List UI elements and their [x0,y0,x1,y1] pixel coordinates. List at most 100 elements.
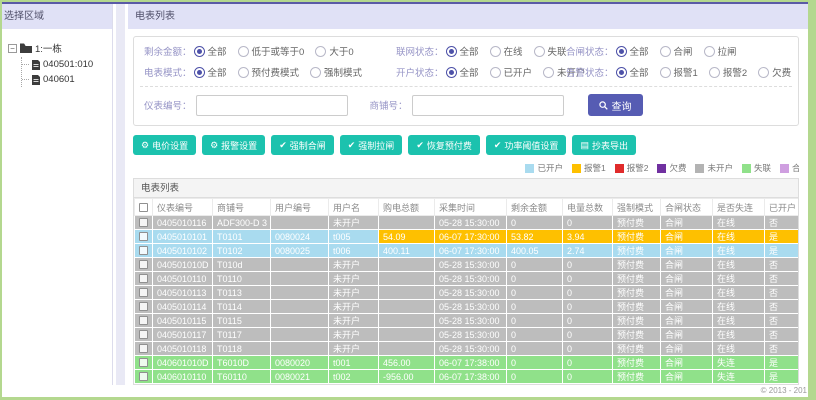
radio-option[interactable]: 欠费 [758,65,791,79]
doc-icon: ▤ [580,139,589,150]
radio-option[interactable]: 全部 [445,65,479,79]
radio-option[interactable]: 拉闸 [703,44,737,58]
radio-option[interactable]: 全部 [445,44,479,58]
table-row[interactable]: 0406010113T601130080022t0031200.0006-07 … [134,383,798,384]
tree-node-leaf[interactable]: 040601 [22,72,108,87]
table-cell: 0080021 [270,369,329,384]
radio-option[interactable]: 全部 [615,65,649,79]
meter-table: 仪表编号 商铺号 用户编号 用户名 购电总额 采集时间 剩余金额 电量总数 强制模式 合闸状态 是否… [134,198,798,384]
table-row[interactable]: 0406010110 T60110 0080021 t002 -956.00 06-07 … [134,369,798,384]
table-cell: 是 [764,369,798,384]
table-cell: 54.09 [378,229,435,244]
radio-icon[interactable] [237,66,249,78]
row-checkbox[interactable] [139,302,148,311]
row-checkbox[interactable] [139,246,148,255]
radio-option[interactable]: 报警2 [708,65,747,79]
radio-option[interactable]: 低于或等于0 [237,44,304,58]
radio-icon[interactable] [315,45,327,57]
radio-icon[interactable] [193,66,205,78]
filter-group: 剩余金额： 全部 低于或等于0 大于0 [144,43,396,59]
table-cell: 合闸 [660,215,713,230]
table-row[interactable]: 040601010D T6010D 0080020 t001 456.00 06-07 1… [134,355,798,370]
table-row[interactable]: 0405010117 T0117 未开户 05-28 15:30:00 0 0 预付费 合闸在… [134,327,798,342]
row-checkbox[interactable] [139,288,148,297]
table-cell: 预付费 [612,243,661,258]
tree-node-leaf[interactable]: 040501:010 [22,57,108,72]
row-checkbox[interactable] [139,358,148,367]
row-checkbox[interactable] [139,316,148,325]
radio-option[interactable]: 在线 [489,44,523,58]
collapse-icon[interactable]: − [8,43,17,53]
table-row[interactable]: 040501010D T010d 未开户 05-28 15:30:00 0 0 预付费 合闸在… [134,257,798,272]
radio-icon[interactable] [543,66,555,78]
row-checkbox[interactable] [139,274,148,283]
price-settings-button[interactable]: ⚙ 电价设置 [133,135,197,155]
query-button[interactable]: 查询 [587,94,643,116]
tree-node-root[interactable]: − 1:一栋 [8,41,108,55]
radio-option[interactable]: 全部 [615,44,649,58]
legend-swatch-icon [657,163,667,173]
radio-icon[interactable] [659,66,671,78]
radio-icon[interactable] [310,66,322,78]
legend-wrap: 已开户 报警1 报警2 欠费 未开户 失联 合闸 [133,160,799,175]
force-open-button[interactable]: ✔ 强制拉闸 [339,135,403,155]
table-row[interactable]: 0405010113 T0113 未开户 05-28 15:30:00 0 0 预付费 合闸在… [134,285,798,300]
table-row[interactable]: 0405010114 T0114 未开户 05-28 15:30:00 0 0 预付费 合闸在… [134,299,798,314]
radio-option[interactable]: 预付费模式 [237,65,299,79]
radio-option[interactable]: 合闸 [659,44,693,58]
folder-icon [20,43,32,53]
alarm-settings-button[interactable]: ⚙ 报警设置 [202,135,266,155]
radio-icon[interactable] [758,66,770,78]
radio-icon[interactable] [708,66,720,78]
restore-prepaid-button[interactable]: ✔ 恢复预付费 [408,135,480,155]
row-checkbox[interactable] [139,330,148,339]
meter-number-input[interactable] [195,94,348,116]
radio-option[interactable]: 全部 [193,65,227,79]
radio-option[interactable]: 强制模式 [310,65,362,79]
radio-label: 报警1 [673,68,698,79]
row-checkbox[interactable] [139,218,148,227]
table-cell: t001 [328,355,379,370]
radio-icon[interactable] [489,66,501,78]
panel-splitter[interactable] [113,4,128,385]
table-row[interactable]: 0405010101 T0101 0080024 t005 54.09 06-07 17:… [134,229,798,244]
table-cell: 未开户 [328,341,379,356]
power-threshold-button[interactable]: ✔ 功率阈值设置 [485,135,567,155]
row-checkbox[interactable] [139,260,148,269]
radio-icon[interactable] [703,45,715,57]
radio-icon[interactable] [445,45,457,57]
radio-icon[interactable] [615,45,627,57]
splitter-bar[interactable] [116,4,125,385]
row-checkbox[interactable] [139,344,148,353]
shop-number-input[interactable] [411,94,564,116]
legend-label: 报警1 [583,163,606,173]
table-cell [270,285,329,300]
table-row[interactable]: 0405010118 T0118 未开户 05-28 15:30:00 0 0 预付费 合闸在… [134,341,798,356]
row-checkbox[interactable] [139,372,148,381]
radio-option[interactable]: 大于0 [315,44,354,58]
radio-option[interactable]: 失联 [533,44,567,58]
radio-icon[interactable] [237,45,249,57]
radio-icon[interactable] [193,45,205,57]
radio-option[interactable]: 报警1 [659,65,698,79]
force-close-button[interactable]: ✔ 强制合闸 [271,135,334,155]
radio-icon[interactable] [615,66,627,78]
table-row[interactable]: 0405010115 T0115 未开户 05-28 15:30:00 0 0 预付费 合闸在… [134,313,798,328]
radio-icon[interactable] [659,45,671,57]
column-header: 剩余金额 [506,198,563,216]
table-row[interactable]: 0405010102 T0102 0080025 t006 400.11 06-07 17… [134,243,798,258]
radio-icon[interactable] [489,45,501,57]
table-row[interactable]: 0405010116 ADF300-D 3 未开户 05-28 15:30:00 0 0 预… [134,215,798,230]
table-cell [270,313,329,328]
meter-export-button[interactable]: ▤ 抄表导出 [572,135,636,155]
radio-icon[interactable] [533,45,545,57]
select-all-checkbox[interactable] [139,202,148,212]
radio-option[interactable]: 已开户 [489,65,532,79]
radio-option[interactable]: 全部 [193,44,227,58]
table-cell: 未开户 [328,271,379,286]
radio-icon[interactable] [445,66,457,78]
check-icon: ✔ [347,139,356,150]
table-scroll[interactable]: 仪表编号 商铺号 用户编号 用户名 购电总额 采集时间 剩余金额 电量总数 强制模式 合闸状态 是否… [134,198,798,384]
table-row[interactable]: 0405010110 T0110 未开户 05-28 15:30:00 0 0 预付费 合闸在… [134,271,798,286]
row-checkbox[interactable] [139,232,148,241]
